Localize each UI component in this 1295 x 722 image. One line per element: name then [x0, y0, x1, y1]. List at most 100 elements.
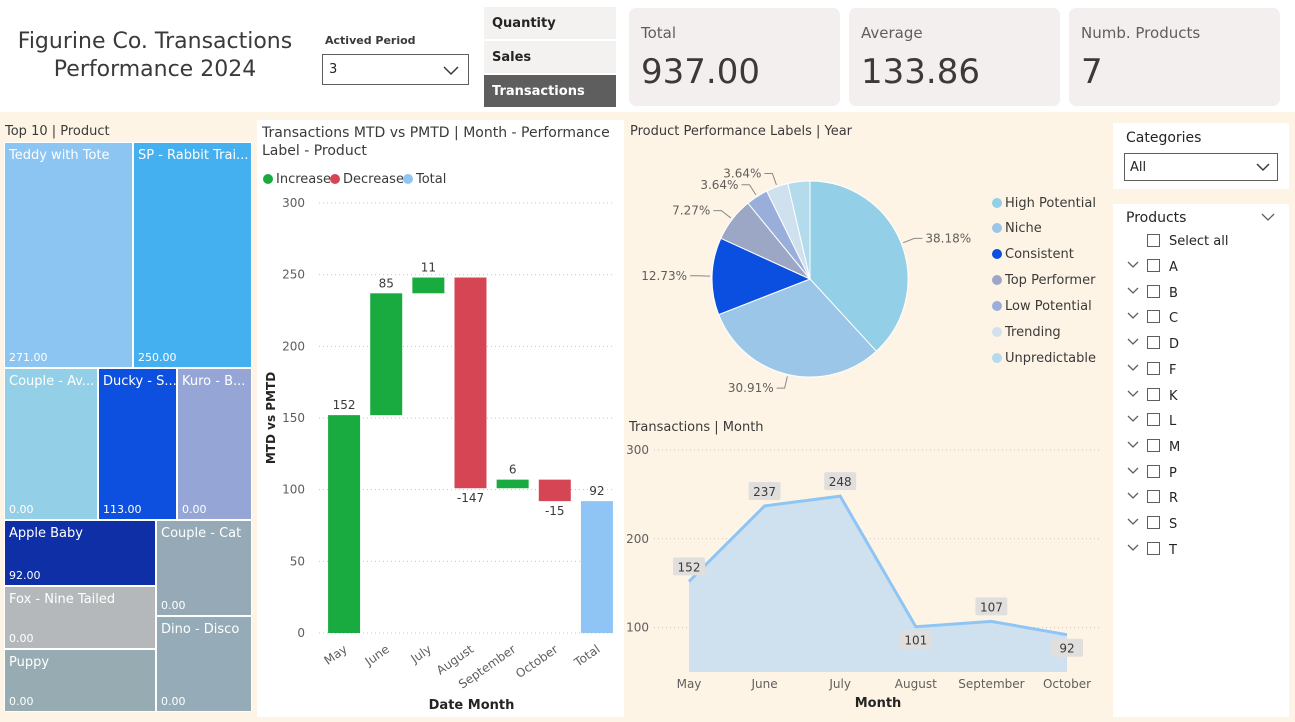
product-label: M — [1169, 439, 1181, 455]
waterfall-bar — [496, 479, 529, 489]
data-label: -147 — [457, 491, 484, 505]
x-tick-label: Total — [571, 642, 603, 670]
treemap-tile[interactable]: Puppy 0.00 — [4, 649, 156, 712]
product-checkbox[interactable] — [1147, 516, 1160, 529]
data-label: 12.73% — [641, 269, 687, 283]
product-label: C — [1169, 311, 1179, 327]
data-label: 38.18% — [925, 231, 971, 245]
treemap-tile[interactable]: Teddy with Tote 271.00 — [4, 142, 133, 368]
treemap-tile[interactable]: Couple - Av... 0.00 — [4, 368, 98, 520]
pie-legend-item[interactable]: Consistent — [992, 247, 1074, 262]
legend-dot — [992, 198, 1002, 208]
data-label: 237 — [753, 485, 776, 499]
select-all-checkbox[interactable] — [1147, 234, 1160, 247]
legend-dot — [992, 327, 1002, 337]
treemap-tile[interactable]: SP - Rabbit Trai... 250.00 — [133, 142, 252, 368]
expand-chevron-icon[interactable] — [1127, 286, 1139, 298]
kpi-value: 133.86 — [861, 52, 980, 92]
waterfall-bar — [454, 277, 487, 489]
treemap-tile[interactable]: Kuro - B... 0.00 — [177, 368, 252, 520]
product-checkbox[interactable] — [1147, 387, 1160, 401]
leader-line — [903, 237, 923, 244]
data-label: 152 — [678, 560, 701, 574]
period-label: Actived Period — [325, 34, 416, 47]
pie-legend-item[interactable]: Niche — [992, 221, 1042, 236]
product-checkbox[interactable] — [1147, 361, 1160, 375]
product-label: A — [1169, 260, 1178, 275]
product-checkbox[interactable] — [1147, 438, 1160, 452]
product-checkbox[interactable] — [1147, 413, 1160, 427]
kpi-label: Average — [861, 24, 923, 42]
treemap: Teddy with Tote 271.00 SP - Rabbit Trai..… — [4, 142, 252, 712]
kpi-label: Numb. Products — [1081, 24, 1201, 42]
expand-chevron-icon[interactable] — [1127, 260, 1139, 272]
expand-chevron-icon[interactable] — [1127, 491, 1139, 503]
treemap-title: Top 10 | Product — [5, 124, 110, 139]
legend-dot — [992, 223, 1002, 233]
legend-item-increase[interactable]: Increase — [263, 172, 331, 187]
expand-chevron-icon[interactable] — [1127, 466, 1139, 478]
legend-label: Decrease — [343, 172, 404, 187]
pie-legend-item[interactable]: Unpredictable — [992, 351, 1096, 366]
pie-legend-item[interactable]: Trending — [992, 325, 1061, 340]
treemap-tile[interactable]: Couple - Cat 0.00 — [156, 520, 252, 616]
legend-label: Increase — [276, 172, 332, 187]
product-label: B — [1169, 285, 1178, 301]
expand-chevron-icon[interactable] — [1127, 543, 1139, 555]
product-checkbox[interactable] — [1147, 259, 1160, 272]
legend-item-total[interactable]: Total — [403, 172, 446, 187]
waterfall-bar — [580, 501, 613, 633]
chevron-down-icon[interactable] — [1261, 212, 1275, 222]
expand-chevron-icon[interactable] — [1127, 517, 1139, 529]
product-checkbox[interactable] — [1147, 310, 1160, 324]
treemap-tile[interactable]: Ducky - S... 113.00 — [98, 368, 177, 520]
title-line-1: Figurine Co. Transactions — [17, 29, 293, 54]
area-chart: 100 200 300 152 237 248 101 107 92 May June July Aug… — [626, 443, 1102, 711]
y-tick-label: 300 — [626, 443, 649, 457]
expand-chevron-icon[interactable] — [1127, 311, 1139, 323]
legend-dot — [330, 174, 340, 184]
y-tick-label: 50 — [290, 554, 305, 568]
pie-legend-item[interactable]: Low Potential — [992, 299, 1092, 314]
metric-button-quantity[interactable]: Quantity — [484, 7, 616, 40]
waterfall-bar — [538, 479, 571, 502]
product-label: K — [1169, 388, 1178, 404]
y-tick-label: 0 — [297, 626, 305, 640]
data-label: 30.91% — [728, 381, 774, 395]
metric-button-transactions[interactable]: Transactions — [484, 75, 616, 108]
expand-chevron-icon[interactable] — [1127, 414, 1139, 426]
expand-chevron-icon[interactable] — [1127, 363, 1139, 375]
categories-value: All — [1130, 160, 1147, 175]
pie-legend-item[interactable]: Top Performer — [992, 273, 1095, 288]
legend-item-decrease[interactable]: Decrease — [330, 172, 404, 187]
treemap-tile[interactable]: Fox - Nine Tailed 0.00 — [4, 586, 156, 649]
treemap-tile[interactable]: Apple Baby 92.00 — [4, 520, 156, 586]
select-all-label: Select all — [1169, 234, 1229, 249]
product-label: P — [1169, 465, 1177, 481]
period-dropdown[interactable]: 3 — [322, 54, 469, 85]
expand-chevron-icon[interactable] — [1127, 389, 1139, 401]
data-label: 152 — [333, 398, 356, 412]
product-checkbox[interactable] — [1147, 336, 1160, 350]
x-tick-label: August — [895, 677, 937, 691]
pie-legend-item[interactable]: High Potential — [992, 196, 1096, 211]
product-checkbox[interactable] — [1147, 541, 1160, 555]
treemap-tile[interactable]: Dino - Disco 0.00 — [156, 616, 252, 712]
kpi-card-num-products: Numb. Products 7 — [1069, 8, 1280, 106]
categories-dropdown[interactable]: All — [1124, 153, 1278, 181]
metric-button-sales[interactable]: Sales — [484, 41, 616, 74]
data-label: 107 — [980, 600, 1003, 614]
expand-chevron-icon[interactable] — [1127, 337, 1139, 349]
x-tick-label: June — [362, 642, 392, 669]
product-checkbox[interactable] — [1147, 284, 1160, 298]
area-fill — [689, 496, 1067, 672]
product-label: T — [1169, 542, 1177, 558]
product-checkbox[interactable] — [1147, 490, 1160, 504]
expand-chevron-icon[interactable] — [1127, 440, 1139, 452]
data-label: 11 — [421, 261, 436, 275]
product-checkbox[interactable] — [1147, 464, 1160, 478]
leader-line — [741, 184, 757, 196]
y-tick-label: 200 — [626, 532, 649, 546]
period-value: 3 — [329, 62, 338, 77]
y-axis-title: MTD vs PMTD — [264, 372, 278, 464]
